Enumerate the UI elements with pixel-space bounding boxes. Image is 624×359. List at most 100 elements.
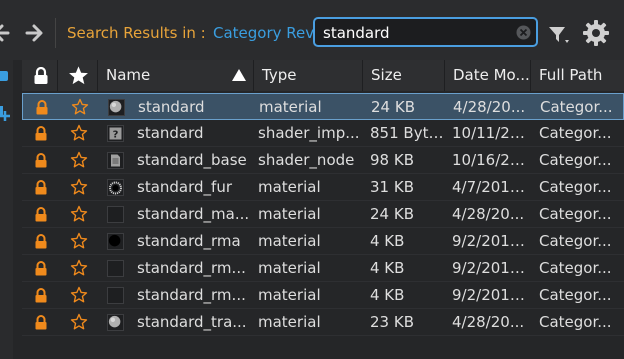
search-input[interactable] xyxy=(323,23,513,43)
forward-arrow-icon[interactable] xyxy=(24,22,44,44)
lock-icon[interactable] xyxy=(35,100,49,115)
table-row[interactable]: standard_tra... material 23 KB 4/28/20... Ca… xyxy=(22,309,624,336)
table-header: Name Type Size Date Mo... Full Path xyxy=(22,60,624,91)
results-table: Name Type Size Date Mo... Full Path stan… xyxy=(22,60,624,336)
search-box[interactable] xyxy=(313,17,538,47)
row-date-modified: 9/2/2016... xyxy=(452,259,530,277)
favorite-star-icon[interactable] xyxy=(70,286,88,304)
collection-icon[interactable] xyxy=(0,71,8,81)
row-date-modified: 10/16/20... xyxy=(452,151,530,169)
toolbar-divider xyxy=(55,18,56,48)
row-name: standard_base xyxy=(137,151,247,169)
lock-icon[interactable] xyxy=(34,261,48,276)
row-size: 851 Bytes xyxy=(370,124,444,142)
favorite-star-icon[interactable] xyxy=(71,98,89,116)
table-row[interactable]: standard_rm... material 4 KB 9/2/2016... Cat… xyxy=(22,255,624,282)
favorite-star-icon[interactable] xyxy=(70,151,88,169)
row-full-path: Categor... xyxy=(539,124,612,142)
row-date-modified: 4/7/2016... xyxy=(452,178,530,196)
row-type: material xyxy=(258,178,321,196)
lock-icon[interactable] xyxy=(34,288,48,303)
row-type: shader_imp... xyxy=(258,124,360,142)
row-name: standard_ma... xyxy=(137,205,250,223)
favorite-star-icon[interactable] xyxy=(70,124,88,142)
lock-icon[interactable] xyxy=(34,207,48,222)
column-size[interactable]: Size xyxy=(363,60,445,91)
table-row[interactable]: standard_base shader_node 98 KB 10/16/20...… xyxy=(22,147,624,174)
back-arrow-icon[interactable] xyxy=(0,22,10,44)
black-sphere-thumbnail xyxy=(107,233,124,250)
row-full-path: Categor... xyxy=(539,178,612,196)
toolbar: Search Results in : Category Rev xyxy=(0,0,624,60)
row-type: material xyxy=(258,286,321,304)
row-full-path: Categor... xyxy=(539,232,612,250)
row-size: 4 KB xyxy=(370,286,405,304)
row-type: material xyxy=(258,259,321,277)
lock-icon[interactable] xyxy=(34,315,48,330)
row-date-modified: 9/2/2016... xyxy=(452,286,530,304)
row-full-path: Categor... xyxy=(539,286,612,304)
row-size: 4 KB xyxy=(370,259,405,277)
column-favorite[interactable] xyxy=(58,60,98,91)
material-sphere-thumbnail xyxy=(108,99,125,116)
column-name-label: Name xyxy=(106,66,151,84)
column-date-modified[interactable]: Date Mo... xyxy=(445,60,531,91)
row-size: 31 KB xyxy=(370,178,414,196)
sort-ascending-icon xyxy=(232,69,246,81)
search-results-label: Search Results in : xyxy=(67,24,206,42)
column-name[interactable]: Name xyxy=(98,60,254,91)
material-sphere-thumbnail xyxy=(107,314,124,331)
row-full-path: Categor... xyxy=(539,205,612,223)
row-type: material xyxy=(258,313,321,331)
document-thumbnail xyxy=(107,152,124,169)
column-lock[interactable] xyxy=(22,60,58,91)
table-row[interactable]: standard_ma... material 24 KB 4/28/20... Cat… xyxy=(22,201,624,228)
row-date-modified: 4/28/20... xyxy=(452,205,525,223)
favorite-star-icon[interactable] xyxy=(70,232,88,250)
row-type: material xyxy=(258,205,321,223)
row-name: standard_rma xyxy=(137,232,241,250)
favorite-star-icon[interactable] xyxy=(70,259,88,277)
empty-thumbnail xyxy=(107,260,124,277)
filter-icon[interactable] xyxy=(548,24,572,46)
row-name: standard_fur xyxy=(137,178,232,196)
lock-icon[interactable] xyxy=(34,153,48,168)
row-date-modified: 10/11/20... xyxy=(452,124,530,142)
row-size: 24 KB xyxy=(370,205,414,223)
table-row[interactable]: standard_rm... material 4 KB 9/2/2016... Cat… xyxy=(22,282,624,309)
lock-icon[interactable] xyxy=(34,180,48,195)
add-collection-icon[interactable] xyxy=(0,104,10,122)
row-name: standard_rm... xyxy=(137,259,246,277)
fur-material-thumbnail xyxy=(107,179,124,196)
row-type: material xyxy=(259,98,322,116)
row-full-path: Categor... xyxy=(540,98,613,116)
favorite-star-icon[interactable] xyxy=(70,313,88,331)
favorite-star-icon[interactable] xyxy=(70,205,88,223)
row-full-path: Categor... xyxy=(539,259,612,277)
lock-icon[interactable] xyxy=(34,126,48,141)
category-link[interactable]: Category Rev xyxy=(213,24,316,42)
table-row[interactable]: standard material 24 KB 4/28/20... Categor..… xyxy=(22,93,624,120)
unknown-file-thumbnail: ? xyxy=(107,125,124,142)
column-type[interactable]: Type xyxy=(254,60,363,91)
favorite-star-icon[interactable] xyxy=(70,178,88,196)
row-size: 4 KB xyxy=(370,232,405,250)
settings-gear-icon[interactable] xyxy=(582,19,610,47)
row-date-modified: 4/28/20... xyxy=(453,98,526,116)
row-name: standard_rm... xyxy=(137,286,246,304)
row-date-modified: 9/2/2016... xyxy=(452,232,530,250)
row-full-path: Categor... xyxy=(539,313,612,331)
empty-thumbnail xyxy=(107,206,124,223)
row-name: standard_tra... xyxy=(137,313,247,331)
row-full-path: Categor... xyxy=(539,151,612,169)
row-type: shader_node xyxy=(258,151,355,169)
clear-search-icon[interactable] xyxy=(516,25,531,40)
row-name: standard xyxy=(137,124,204,142)
table-row[interactable]: ? standard shader_imp... 851 Bytes 10/11/20.… xyxy=(22,120,624,147)
column-full-path[interactable]: Full Path xyxy=(531,60,624,91)
table-row[interactable]: standard_fur material 31 KB 4/7/2016... Cate… xyxy=(22,174,624,201)
svg-text:?: ? xyxy=(113,130,119,141)
row-name: standard xyxy=(138,98,205,116)
table-row[interactable]: standard_rma material 4 KB 9/2/2016... Categ… xyxy=(22,228,624,255)
lock-icon[interactable] xyxy=(34,234,48,249)
